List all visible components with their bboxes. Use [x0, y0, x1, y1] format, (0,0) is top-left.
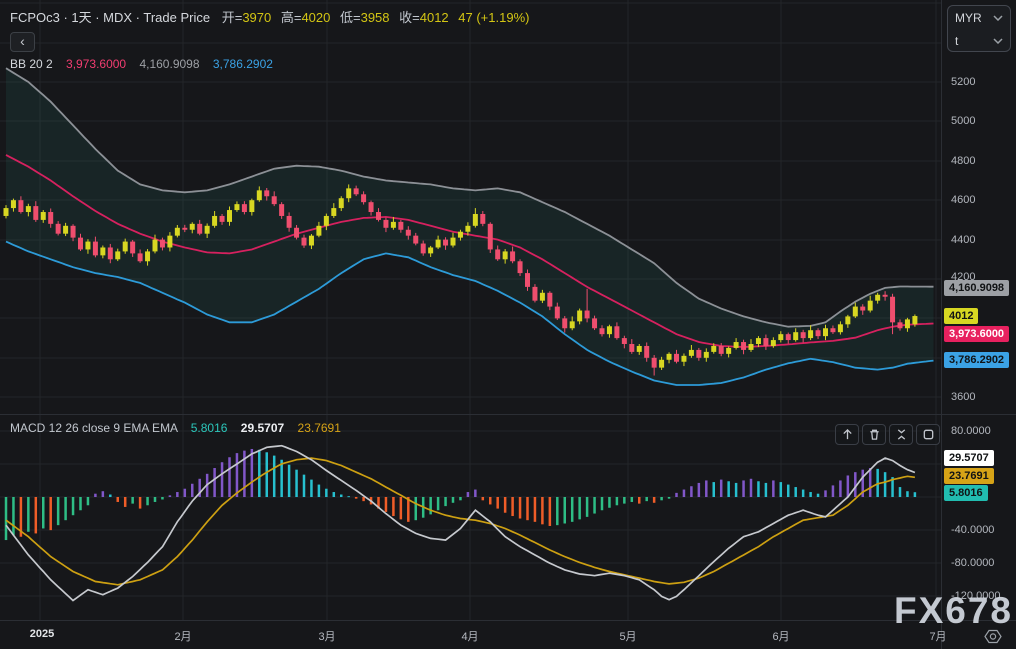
- price-tick-label: 3600: [951, 391, 976, 403]
- macd-hist-value: 5.8016: [190, 421, 228, 435]
- time-tick-label: 2025: [29, 628, 55, 640]
- time-tick-label: 6月: [772, 631, 790, 643]
- trading-chart-app: FCPOc3 · 1天 · MDX · Trade Price 开=3970 高…: [0, 0, 1016, 649]
- time-tick-label: 5月: [619, 631, 637, 643]
- eye-icon: [984, 629, 1002, 643]
- unit-value: t: [955, 33, 959, 48]
- chevron-down-icon: [993, 37, 1003, 44]
- macd-pane-toolbar: [835, 424, 940, 445]
- open-value: 3970: [242, 10, 272, 25]
- price-tick-label: 4400: [951, 234, 976, 246]
- collapse-pane-button[interactable]: [889, 424, 913, 445]
- currency-value: MYR: [955, 10, 982, 25]
- high-value: 4020: [301, 10, 331, 25]
- price-tick-label: 5000: [951, 115, 976, 127]
- move-pane-up-button[interactable]: [835, 424, 859, 445]
- visibility-toggle-button[interactable]: [981, 627, 1005, 645]
- change-value: 47 (+1.19%): [458, 10, 530, 25]
- high-label: 高=: [280, 10, 302, 25]
- price-axis[interactable]: 5200 5000 4800 4600 4400 4200 3600 4,160.9098 40…: [942, 0, 1016, 414]
- bb-mid-value: 3,973.6000: [66, 57, 127, 71]
- time-tick-label: 2月: [174, 631, 192, 643]
- maximize-pane-button[interactable]: [916, 424, 940, 445]
- unit-dropdown[interactable]: t: [948, 29, 1010, 52]
- macd-histogram: [4, 448, 917, 541]
- macd-axis[interactable]: 80.0000 -40.0000 -80.0000 -120.0000 29.5707 2…: [942, 414, 1016, 620]
- macd-line-value: 29.5707: [240, 421, 285, 435]
- price-value-tag: 4012: [944, 308, 979, 324]
- time-axis[interactable]: 2025 2月 3月 4月 5月 6月 7月: [0, 620, 1016, 649]
- macd-tick-label: -80.0000: [951, 557, 995, 569]
- macd-tick-label: -40.0000: [951, 524, 995, 536]
- pane-separator[interactable]: [0, 414, 1016, 415]
- open-label: 开=: [221, 10, 243, 25]
- low-label: 低=: [340, 10, 361, 25]
- time-tick-label: 4月: [461, 631, 479, 643]
- chevron-left-icon: ‹: [20, 33, 25, 49]
- symbol-title: FCPOc3 · 1天 · MDX · Trade Price: [10, 10, 211, 25]
- macd-value-tag: 29.5707: [944, 450, 994, 466]
- close-value: 4012: [419, 10, 449, 25]
- macd-name: MACD 12 26 close 9 EMA EMA: [10, 421, 178, 435]
- price-value-tag: 3,786.2902: [944, 352, 1010, 368]
- price-value-tag: 4,160.9098: [944, 280, 1010, 296]
- collapse-icon: [897, 429, 905, 440]
- currency-unit-selector: MYR t: [947, 5, 1011, 52]
- low-value: 3958: [360, 10, 390, 25]
- currency-dropdown[interactable]: MYR: [948, 6, 1010, 29]
- macd-tick-label: -120.0000: [951, 590, 1001, 602]
- symbol-header[interactable]: FCPOc3 · 1天 · MDX · Trade Price 开=3970 高…: [10, 7, 529, 26]
- macd-line: [5, 444, 916, 602]
- macd-signal-value: 23.7691: [297, 421, 341, 435]
- back-button[interactable]: ‹: [10, 32, 35, 52]
- bb-indicator-legend[interactable]: BB 20 2 3,973.6000 4,160.9098 3,786.2902: [10, 57, 273, 71]
- close-label: 收=: [399, 10, 420, 25]
- price-tick-label: 4800: [951, 155, 976, 167]
- macd-tick-label: 80.0000: [951, 425, 991, 437]
- price-tick-label: 5200: [951, 76, 976, 88]
- macd-value-tag: 23.7691: [944, 468, 994, 484]
- bb-upper-value: 4,160.9098: [139, 57, 200, 71]
- macd-indicator-legend[interactable]: MACD 12 26 close 9 EMA EMA 5.8016 29.570…: [10, 421, 341, 435]
- arrow-up-icon: [842, 428, 852, 440]
- delete-pane-button[interactable]: [862, 424, 886, 445]
- chart-canvas[interactable]: [0, 0, 941, 620]
- price-value-tag: 3,973.6000: [944, 326, 1010, 342]
- chevron-down-icon: [993, 14, 1003, 21]
- maximize-icon: [923, 429, 933, 440]
- grid-lines: [0, 0, 941, 620]
- price-tick-label: 4600: [951, 194, 976, 206]
- time-tick-label: 7月: [929, 631, 947, 643]
- macd-value-tag: 5.8016: [944, 485, 988, 501]
- bb-name: BB 20 2: [10, 57, 53, 71]
- trash-icon: [869, 429, 879, 440]
- time-tick-label: 3月: [318, 631, 336, 643]
- bb-lower-value: 3,786.2902: [212, 57, 273, 71]
